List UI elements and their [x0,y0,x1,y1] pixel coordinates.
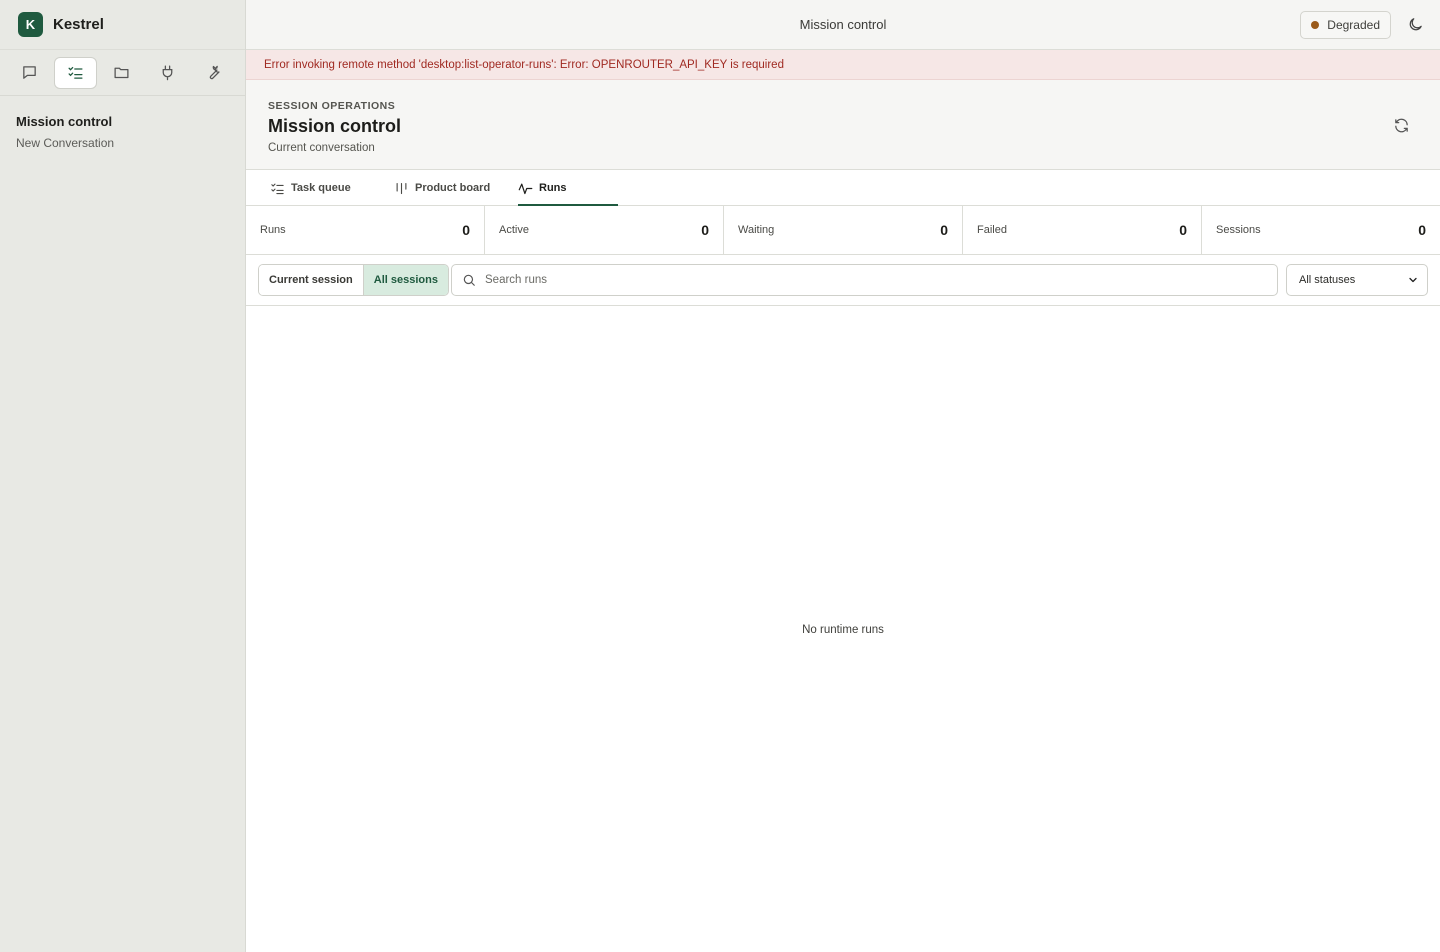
window-title: Mission control [799,17,887,32]
page-eyebrow: SESSION OPERATIONS [268,100,396,112]
theme-toggle-button[interactable] [1407,16,1424,33]
sidebar-item-new-conversation[interactable]: New Conversation [16,136,229,150]
stat-value: 0 [940,222,948,238]
runs-list: No runtime runs [246,306,1440,952]
search-icon [463,274,475,286]
error-banner: Error invoking remote method 'desktop:li… [246,50,1440,80]
filter-bar: Current session All sessions All statuse… [246,255,1440,306]
topbar: Mission control Degraded [246,0,1440,50]
refresh-button[interactable] [1393,117,1410,134]
sidebar-tab-integrations[interactable] [146,57,189,89]
board-columns-icon [396,182,407,194]
status-label: Degraded [1327,18,1380,32]
plug-icon [162,65,173,81]
stat-sessions: Sessions 0 [1202,206,1440,254]
sidebar: K Kestrel Mission control New Conversati… [0,0,246,952]
stat-label: Failed [977,224,1007,236]
tab-label: Task queue [291,182,351,194]
empty-state: No runtime runs [802,624,884,636]
all-sessions-button[interactable]: All sessions [362,265,448,295]
stat-value: 0 [701,222,709,238]
tab-product-board[interactable]: Product board [394,170,490,206]
current-session-button[interactable]: Current session [259,265,363,295]
stat-label: Waiting [738,224,775,236]
sidebar-nav [0,50,245,96]
status-badge[interactable]: Degraded [1300,11,1391,39]
stat-label: Sessions [1216,224,1261,236]
stat-failed: Failed 0 [963,206,1202,254]
search-input[interactable] [485,274,1245,286]
search-box [451,264,1278,296]
folder-icon [114,67,129,79]
brand: K Kestrel [0,0,245,50]
session-scope-toggle: Current session All sessions [258,264,449,296]
status-filter-value: All statuses [1299,274,1356,286]
sidebar-tab-mission-control[interactable] [54,56,97,89]
page-title: Mission control [268,116,402,136]
tab-runs[interactable]: Runs [518,170,567,206]
tab-label: Product board [415,182,491,194]
tab-task-queue[interactable]: Task queue [270,170,351,206]
app-logo: K [18,12,43,37]
refresh-icon [1395,118,1408,133]
app-name: Kestrel [53,16,104,33]
moon-icon [1409,18,1422,31]
stat-runs: Runs 0 [246,206,485,254]
sidebar-section-title: Mission control [16,114,113,129]
sidebar-tab-tools[interactable] [192,57,235,89]
tab-label: Runs [539,182,567,194]
activity-icon [518,183,533,194]
wrench-icon [209,65,220,80]
chat-bubble-icon [23,66,36,79]
sidebar-tab-chat[interactable] [8,57,51,89]
stat-value: 0 [1179,222,1187,238]
stats-row: Runs 0 Active 0 Waiting 0 Failed 0 Sessi… [246,206,1440,255]
stat-label: Runs [260,224,286,236]
stat-value: 0 [462,222,470,238]
status-filter-select[interactable]: All statuses [1286,264,1428,296]
checklist-icon [68,66,83,79]
sidebar-section: Mission control New Conversation [0,96,245,168]
stat-value: 0 [1418,222,1426,238]
stat-label: Active [499,224,529,236]
stat-active: Active 0 [485,206,724,254]
sidebar-tab-files[interactable] [100,57,143,89]
tab-bar: Task queue Product board Runs [246,170,1440,206]
task-list-icon [271,183,284,194]
status-dot [1311,21,1320,29]
page-subtitle: Current conversation [268,142,375,154]
page-header: SESSION OPERATIONS Mission control Curre… [246,80,1440,170]
stat-waiting: Waiting 0 [724,206,963,254]
chevron-down-icon [1409,277,1417,283]
